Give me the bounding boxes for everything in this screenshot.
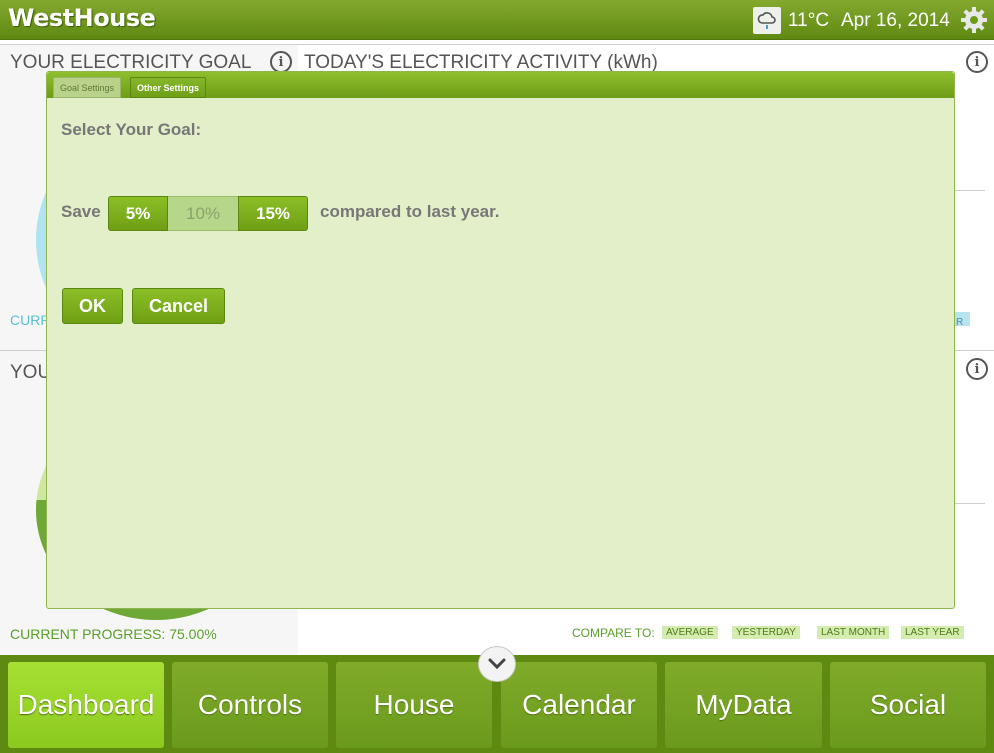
- tab-goal-settings[interactable]: Goal Settings: [53, 77, 122, 98]
- nav-mydata[interactable]: MyData: [665, 662, 822, 748]
- chevron-down-icon[interactable]: [478, 646, 516, 682]
- compare-yesterday-button[interactable]: YESTERDAY: [732, 626, 800, 639]
- current-date: Apr 16, 2014: [841, 10, 950, 31]
- dialog-tab-bar: Goal Settings Other Settings: [47, 72, 954, 98]
- temperature: 11°C: [788, 10, 830, 31]
- second-panel-title: YOU: [10, 362, 52, 383]
- nav-dashboard[interactable]: Dashboard: [8, 662, 164, 748]
- goal-option-5-percent[interactable]: 5%: [108, 196, 168, 231]
- nav-house[interactable]: House: [336, 662, 492, 748]
- goal-option-15-percent[interactable]: 15%: [238, 196, 308, 231]
- cloud-rain-icon[interactable]: [753, 7, 781, 34]
- nav-social[interactable]: Social: [830, 662, 986, 748]
- app-header: WestHouse 11°C Apr 16, 2014: [0, 0, 994, 40]
- goal-settings-dialog: Goal Settings Other Settings Select Your…: [46, 71, 955, 609]
- current-progress-label: CURRENT PROGRESS: 75.00%: [10, 626, 217, 642]
- compare-average-button[interactable]: AVERAGE: [662, 626, 718, 639]
- gear-icon[interactable]: [959, 5, 989, 35]
- compare-last-year-button[interactable]: LAST YEAR: [901, 626, 964, 639]
- tab-other-settings[interactable]: Other Settings: [130, 77, 207, 98]
- nav-controls[interactable]: Controls: [172, 662, 328, 748]
- cancel-button[interactable]: Cancel: [132, 288, 225, 324]
- info-icon[interactable]: i: [270, 51, 292, 73]
- ok-button[interactable]: OK: [62, 288, 123, 324]
- goal-option-10-percent[interactable]: 10%: [168, 196, 238, 231]
- compare-last-month-button[interactable]: LAST MONTH: [817, 626, 890, 639]
- header-divider: [0, 44, 994, 45]
- nav-calendar[interactable]: Calendar: [501, 662, 657, 748]
- app-logo: WestHouse: [8, 4, 156, 32]
- current-label: CURR: [10, 312, 51, 328]
- select-goal-heading: Select Your Goal:: [61, 120, 202, 139]
- compared-text: compared to last year.: [320, 202, 500, 221]
- grid-line: [955, 190, 985, 191]
- save-label: Save: [61, 202, 101, 221]
- info-icon[interactable]: i: [966, 358, 988, 380]
- compare-to-label: COMPARE TO:: [572, 626, 655, 640]
- info-icon[interactable]: i: [966, 51, 988, 73]
- grid-line: [955, 503, 985, 504]
